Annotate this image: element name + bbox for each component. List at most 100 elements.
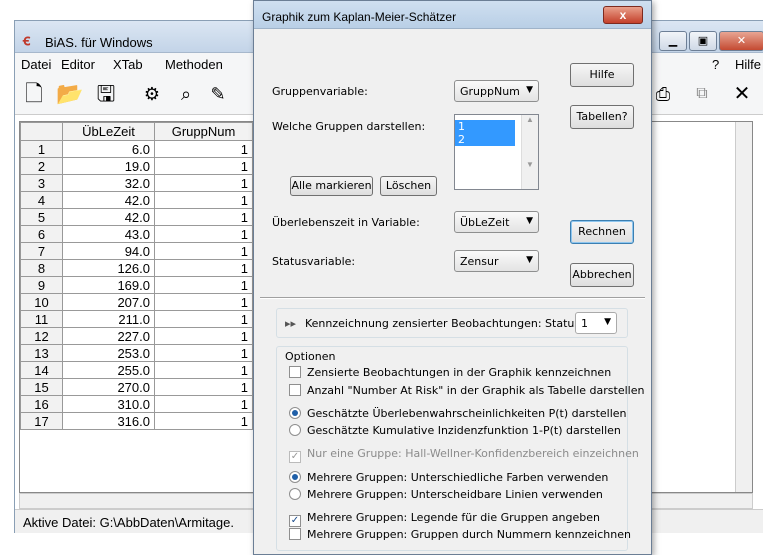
- cancel-button[interactable]: Abbrechen: [570, 263, 634, 287]
- table-cell[interactable]: 169.0: [62, 276, 155, 294]
- table-row[interactable]: 3 32.0 1: [20, 174, 253, 192]
- cumulative-incidence-radio[interactable]: Geschätzte Kumulative Inzidenzfunktion 1…: [289, 424, 621, 437]
- table-cell[interactable]: 1: [154, 361, 253, 379]
- save-icon[interactable]: 🖫: [91, 79, 121, 109]
- vertical-scrollbar[interactable]: [735, 122, 752, 492]
- table-cell[interactable]: 19.0: [62, 157, 155, 175]
- menu-xtab[interactable]: XTab: [113, 57, 143, 72]
- table-cell[interactable]: 43.0: [62, 225, 155, 243]
- checkbox-box[interactable]: [289, 528, 301, 540]
- table-cell[interactable]: 1: [154, 259, 253, 277]
- menu-methoden[interactable]: Methoden: [165, 57, 223, 72]
- survival-time-select[interactable]: ÜbLeZeit ▼: [454, 211, 539, 233]
- table-cell[interactable]: 1: [154, 412, 253, 430]
- mark-all-button[interactable]: Alle markieren: [290, 176, 373, 196]
- table-cell[interactable]: 211.0: [62, 310, 155, 328]
- compute-button[interactable]: Rechnen: [570, 220, 634, 244]
- settings-icon[interactable]: ⚙: [137, 79, 167, 109]
- marking-status-select[interactable]: 1 ▼: [575, 312, 617, 334]
- maximize-button[interactable]: ▣: [689, 31, 717, 51]
- groups-listbox[interactable]: 1 2 ▲ ▼: [454, 114, 539, 190]
- table-cell[interactable]: 94.0: [62, 242, 155, 260]
- table-row[interactable]: 7 94.0 1: [20, 242, 253, 260]
- table-cell[interactable]: 270.0: [62, 378, 155, 396]
- table-cell[interactable]: 255.0: [62, 361, 155, 379]
- expand-arrow-icon[interactable]: ▸▸: [285, 317, 296, 330]
- group-numbers-checkbox[interactable]: Mehrere Gruppen: Gruppen durch Nummern k…: [289, 528, 631, 541]
- table-cell[interactable]: 227.0: [62, 327, 155, 345]
- column-header[interactable]: ÜbLeZeit: [62, 122, 155, 141]
- open-folder-icon[interactable]: 📂: [55, 79, 85, 109]
- table-cell[interactable]: 310.0: [62, 395, 155, 413]
- menu-hilfe[interactable]: Hilfe: [735, 57, 761, 72]
- table-row[interactable]: 4 42.0 1: [20, 191, 253, 209]
- table-cell[interactable]: 316.0: [62, 412, 155, 430]
- distinct-lines-radio[interactable]: Mehrere Gruppen: Unterscheidbare Linien …: [289, 488, 603, 501]
- table-cell[interactable]: 1: [154, 242, 253, 260]
- table-row[interactable]: 9 169.0 1: [20, 276, 253, 294]
- table-row[interactable]: 10 207.0 1: [20, 293, 253, 311]
- censored-checkbox[interactable]: Zensierte Beobachtungen in der Graphik k…: [289, 366, 611, 379]
- table-cell[interactable]: 126.0: [62, 259, 155, 277]
- table-cell[interactable]: 1: [154, 327, 253, 345]
- group-variable-select[interactable]: GruppNum ▼: [454, 80, 539, 102]
- table-cell[interactable]: 1: [154, 208, 253, 226]
- table-cell[interactable]: 1: [154, 293, 253, 311]
- menu-datei[interactable]: Datei: [21, 57, 51, 72]
- table-row[interactable]: 16 310.0 1: [20, 395, 253, 413]
- table-cell[interactable]: 1: [154, 225, 253, 243]
- list-item[interactable]: 1: [455, 120, 515, 133]
- table-row[interactable]: 1 6.0 1: [20, 140, 253, 158]
- checkbox-box[interactable]: [289, 384, 301, 396]
- table-row[interactable]: 15 270.0 1: [20, 378, 253, 396]
- print-icon[interactable]: ⎙: [648, 79, 678, 109]
- dialog-close-button[interactable]: x: [603, 6, 643, 24]
- tables-button[interactable]: Tabellen?: [570, 105, 634, 129]
- table-cell[interactable]: 1: [154, 378, 253, 396]
- radio-button[interactable]: [289, 407, 301, 419]
- table-cell[interactable]: 1: [154, 276, 253, 294]
- table-cell[interactable]: 1: [154, 344, 253, 362]
- table-cell[interactable]: 1: [154, 310, 253, 328]
- table-row[interactable]: 8 126.0 1: [20, 259, 253, 277]
- table-row[interactable]: 17 316.0 1: [20, 412, 253, 430]
- radio-button[interactable]: [289, 488, 301, 500]
- table-cell[interactable]: 42.0: [62, 191, 155, 209]
- help-button[interactable]: Hilfe: [570, 63, 634, 87]
- menu-question[interactable]: ?: [712, 57, 719, 72]
- copy-icon[interactable]: ⧉: [687, 79, 717, 109]
- table-row[interactable]: 11 211.0 1: [20, 310, 253, 328]
- minimize-button[interactable]: ▁: [659, 31, 687, 51]
- search-binoculars-icon[interactable]: ⌕: [171, 79, 201, 109]
- table-cell[interactable]: 42.0: [62, 208, 155, 226]
- table-cell[interactable]: 1: [154, 157, 253, 175]
- table-cell[interactable]: 6.0: [62, 140, 155, 158]
- table-cell[interactable]: 253.0: [62, 344, 155, 362]
- column-header[interactable]: GruppNum: [154, 122, 253, 141]
- checkbox-box[interactable]: [289, 366, 301, 378]
- radio-button[interactable]: [289, 471, 301, 483]
- checkbox-box[interactable]: ✓: [289, 515, 301, 527]
- table-cell[interactable]: 32.0: [62, 174, 155, 192]
- table-row[interactable]: 14 255.0 1: [20, 361, 253, 379]
- table-cell[interactable]: 207.0: [62, 293, 155, 311]
- table-cell[interactable]: 1: [154, 174, 253, 192]
- list-item[interactable]: 2: [455, 133, 515, 146]
- close-x-icon[interactable]: ✕: [727, 79, 757, 109]
- radio-button[interactable]: [289, 424, 301, 436]
- survival-probability-radio[interactable]: Geschätzte Überlebenwahrscheinlichkeiten…: [289, 407, 627, 420]
- table-row[interactable]: 6 43.0 1: [20, 225, 253, 243]
- menu-editor[interactable]: Editor: [61, 57, 95, 72]
- status-variable-select[interactable]: Zensur ▼: [454, 250, 539, 272]
- table-cell[interactable]: 1: [154, 140, 253, 158]
- new-file-icon[interactable]: 🗋: [19, 79, 49, 109]
- legend-checkbox[interactable]: ✓ Mehrere Gruppen: Legende für die Gruppe…: [289, 511, 600, 527]
- edit-icon[interactable]: ✎: [203, 79, 233, 109]
- table-row[interactable]: 2 19.0 1: [20, 157, 253, 175]
- table-cell[interactable]: 1: [154, 395, 253, 413]
- list-scrollbar[interactable]: ▲ ▼: [521, 115, 538, 189]
- clear-button[interactable]: Löschen: [380, 176, 437, 196]
- number-at-risk-checkbox[interactable]: Anzahl "Number At Risk" in der Graphik a…: [289, 384, 644, 397]
- close-button[interactable]: ✕: [719, 31, 763, 51]
- table-cell[interactable]: 1: [154, 191, 253, 209]
